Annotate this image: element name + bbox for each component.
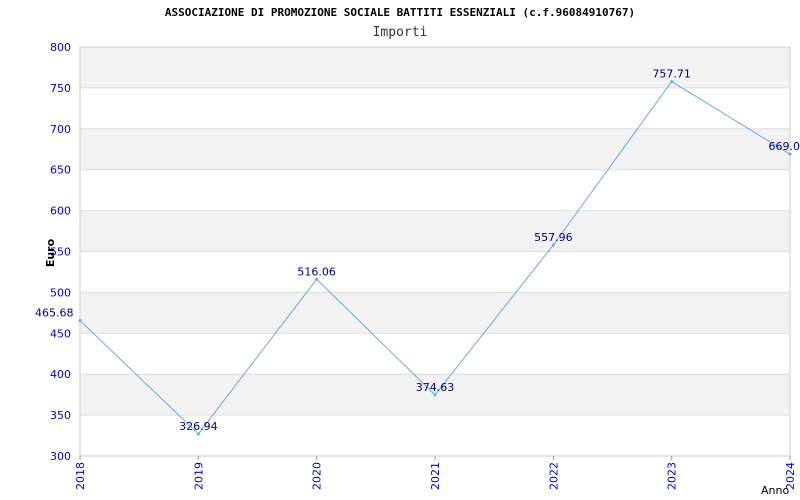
y-axis-title: Euro — [44, 238, 57, 267]
x-tick-label: 2019 — [192, 462, 205, 490]
x-tick-label: 2018 — [74, 462, 87, 490]
plot-band — [80, 333, 790, 375]
x-tick-label: 2023 — [666, 462, 679, 490]
y-tick-label: 500 — [50, 286, 71, 299]
data-label: 669.0 — [769, 140, 800, 153]
y-tick-label: 600 — [50, 205, 71, 218]
plot-band — [80, 210, 790, 252]
y-tick-label: 450 — [50, 327, 71, 340]
plot-band — [80, 292, 790, 334]
plot-band — [80, 169, 790, 211]
x-axis-title: Anno — [761, 484, 789, 497]
data-label: 374.63 — [416, 381, 455, 394]
x-axis-ticks: 2018 2019 2020 2021 2022 2023 2024 — [74, 456, 797, 490]
x-tick-label: 2020 — [311, 462, 324, 490]
plot-band — [80, 251, 790, 293]
y-tick-label: 800 — [50, 41, 71, 54]
data-label: 557.96 — [534, 231, 573, 244]
line-chart: 300350400450500550600650700750800 2018 20… — [35, 41, 800, 497]
plot-band — [80, 87, 790, 129]
data-point — [78, 318, 82, 322]
plot-band — [80, 128, 790, 170]
x-tick-label: 2022 — [547, 462, 560, 490]
y-tick-label: 400 — [50, 368, 71, 381]
y-tick-label: 300 — [50, 450, 71, 463]
data-label: 516.06 — [297, 265, 336, 278]
y-tick-label: 350 — [50, 409, 71, 422]
data-label: 326.94 — [179, 420, 218, 433]
x-tick-label: 2021 — [429, 462, 442, 490]
y-tick-label: 750 — [50, 82, 71, 95]
y-tick-label: 700 — [50, 123, 71, 136]
data-label: 465.68 — [35, 306, 74, 319]
y-tick-label: 650 — [50, 164, 71, 177]
data-label: 757.71 — [652, 68, 691, 81]
